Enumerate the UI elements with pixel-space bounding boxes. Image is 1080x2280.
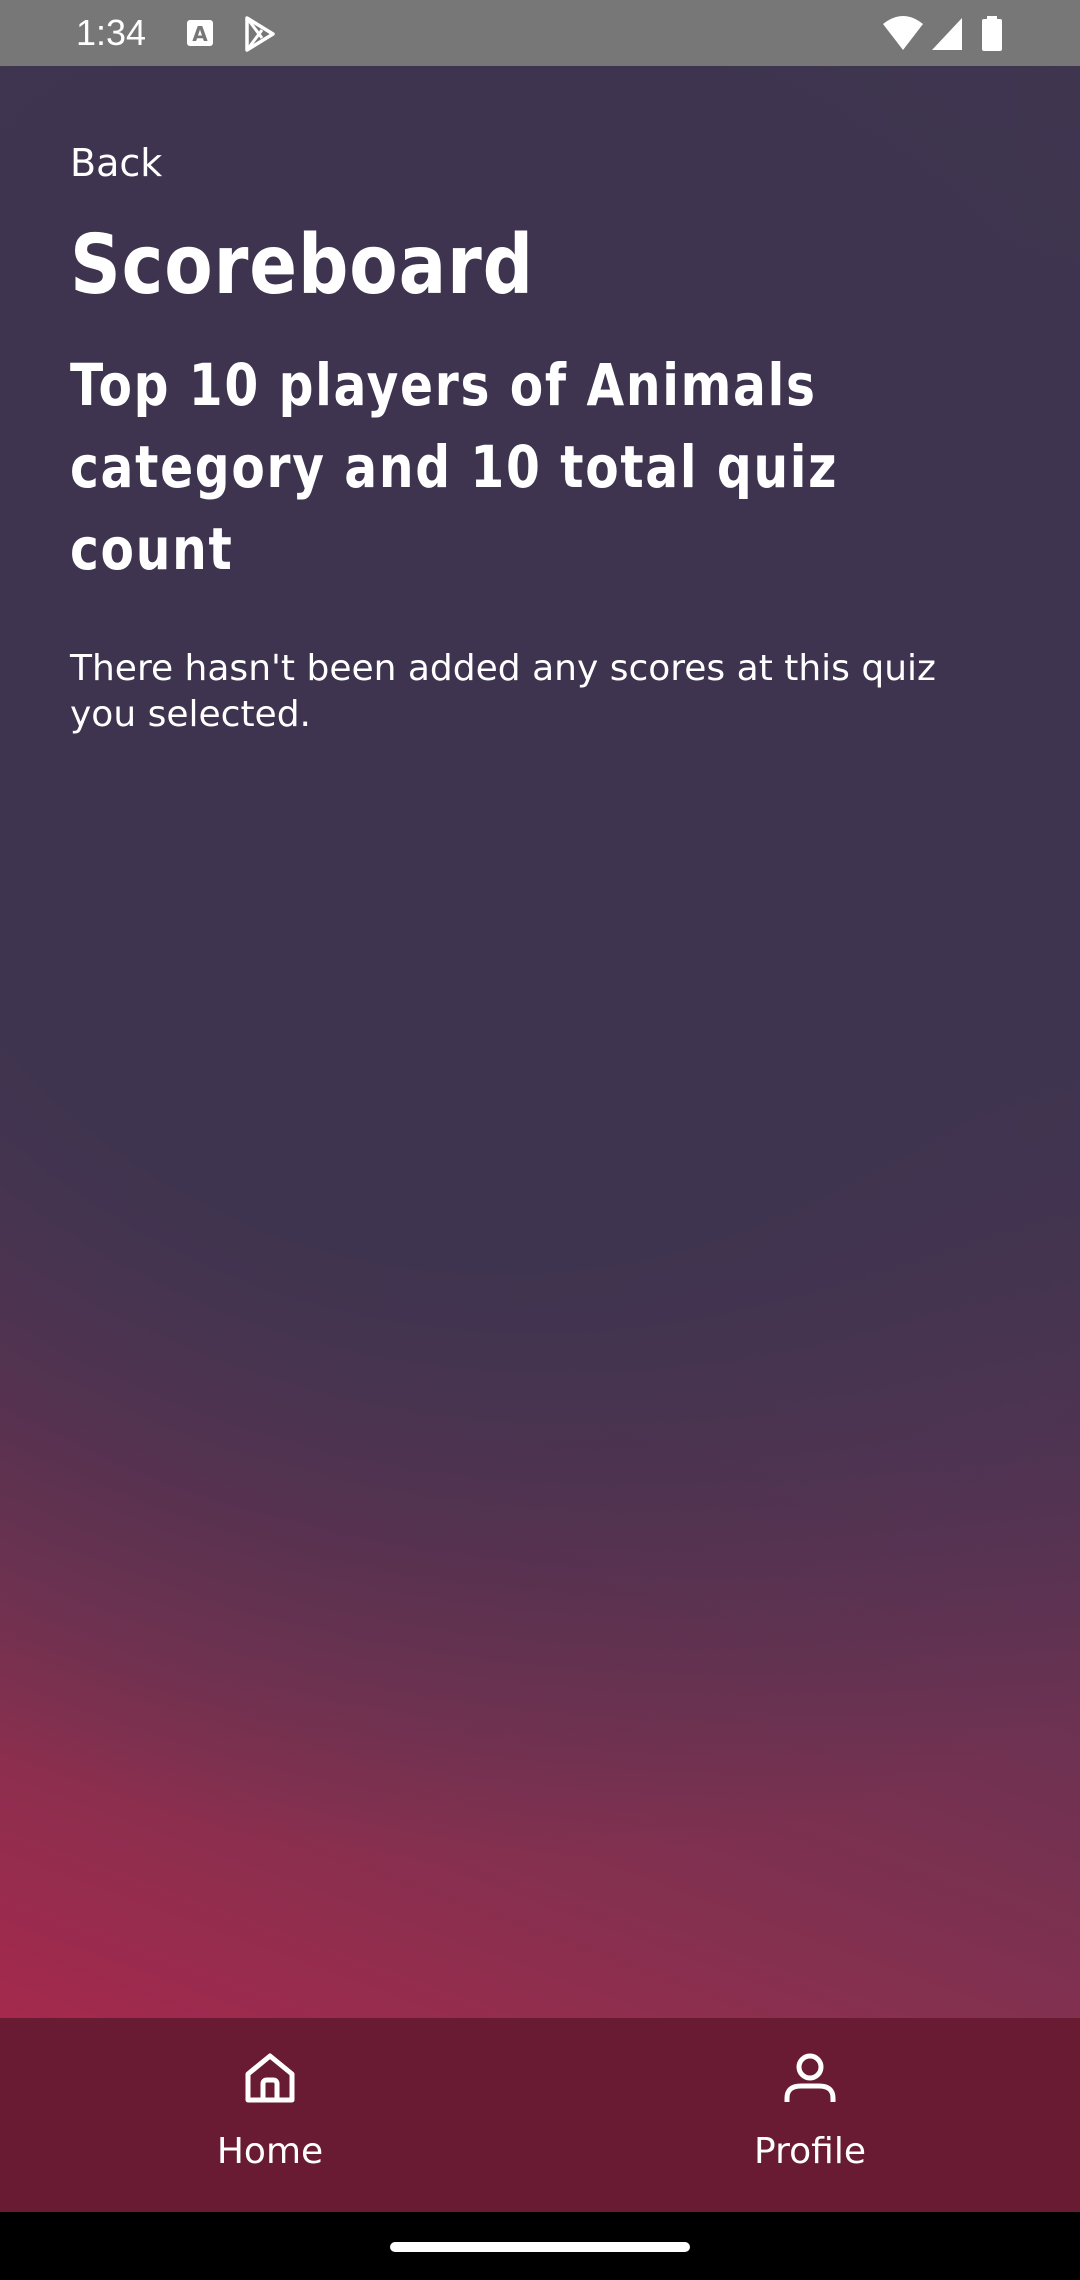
font-a-icon: A [183, 14, 223, 54]
page-title: Scoreboard [70, 218, 535, 313]
nav-label-home: Home [216, 2131, 324, 2172]
person-icon [780, 2048, 840, 2108]
cellular-signal-icon [930, 14, 970, 54]
status-time: 1:34 [76, 12, 147, 53]
bottom-navigation: Home Profile [0, 2018, 1080, 2212]
home-icon [240, 2048, 300, 2108]
nav-item-home[interactable]: Home [0, 2018, 540, 2212]
nav-label-profile: Profile [754, 2131, 866, 2172]
system-gesture-area [0, 2212, 1080, 2280]
empty-scores-message: There hasn't been added any scores at th… [70, 648, 936, 735]
gesture-handle[interactable] [390, 2242, 690, 2252]
back-button[interactable]: Back [70, 140, 162, 186]
scoreboard-screen: Back Scoreboard Top 10 players of Animal… [0, 66, 1080, 2018]
status-bar: 1:34 A [0, 0, 1080, 66]
play-store-icon [240, 14, 280, 54]
scoreboard-subtitle: Top 10 players of Animals category and 1… [70, 351, 839, 583]
nav-item-profile[interactable]: Profile [540, 2018, 1080, 2212]
battery-icon [980, 14, 1004, 54]
svg-text:A: A [192, 22, 208, 46]
wifi-icon [882, 14, 924, 54]
